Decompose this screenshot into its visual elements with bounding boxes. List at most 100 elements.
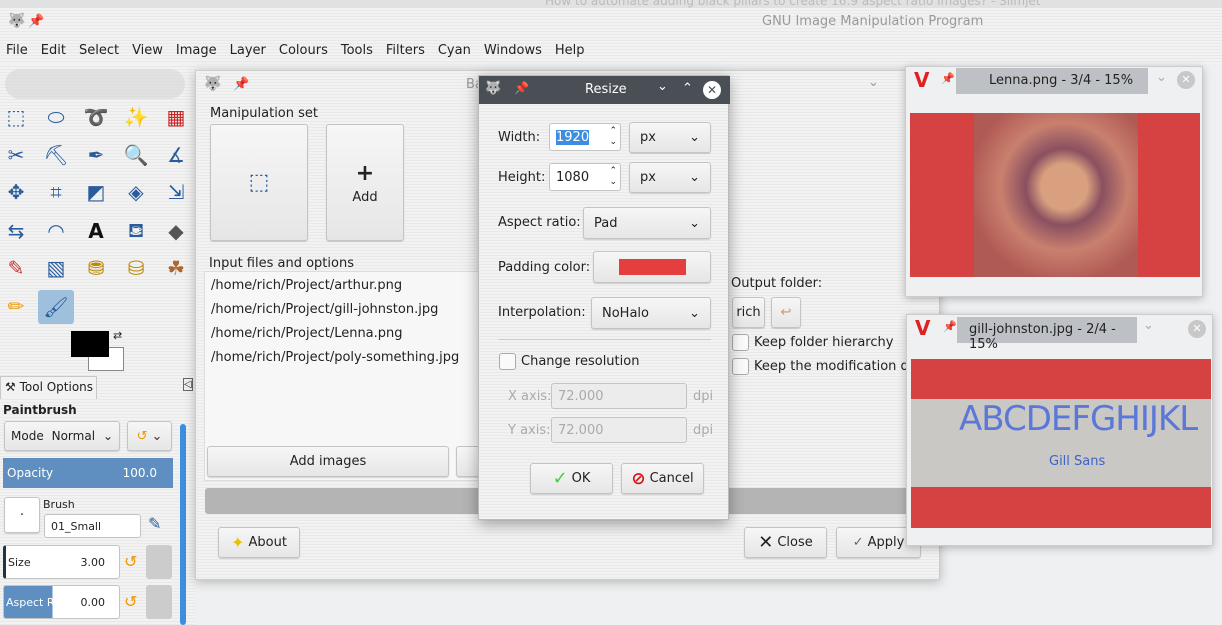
link-aspect-button[interactable] bbox=[146, 585, 172, 619]
foreground-color-swatch[interactable] bbox=[71, 331, 109, 357]
tab-tool-options[interactable]: ⚒ Tool Options bbox=[0, 376, 97, 399]
menu-edit[interactable]: Edit bbox=[41, 43, 66, 59]
panel-menu-icon[interactable]: ◁ bbox=[183, 378, 193, 391]
menu-select[interactable]: Select bbox=[79, 43, 119, 59]
y-axis-input[interactable]: 72.000 bbox=[551, 417, 687, 443]
keep-hierarchy-checkbox[interactable] bbox=[732, 334, 749, 351]
reset-size-icon[interactable]: ↺ bbox=[124, 552, 137, 571]
crop-tool-icon[interactable]: ⌗ bbox=[42, 178, 70, 206]
color-picker-tool-icon[interactable]: ✒ bbox=[82, 141, 110, 169]
pin-icon[interactable]: 📌 bbox=[514, 81, 529, 95]
menu-layer[interactable]: Layer bbox=[230, 43, 266, 59]
reset-aspect-icon[interactable]: ↺ bbox=[124, 592, 137, 611]
flip-tool-icon[interactable]: ⇆ bbox=[2, 217, 30, 245]
file-item[interactable]: /home/rich/Project/Lenna.png bbox=[211, 322, 472, 346]
menu-tools[interactable]: Tools bbox=[341, 43, 373, 59]
add-images-button[interactable]: Add images bbox=[207, 446, 449, 477]
spin-arrows-icon[interactable]: ⌃ ⌄ bbox=[609, 126, 617, 148]
free-select-tool-icon[interactable]: ➰ bbox=[82, 103, 110, 131]
close-icon[interactable]: ✕ bbox=[1188, 320, 1206, 338]
menu-cyan[interactable]: Cyan bbox=[438, 43, 471, 59]
heal-tool-icon[interactable]: ⛁ bbox=[122, 254, 150, 282]
file-item[interactable]: /home/rich/Project/poly-something.jpg bbox=[211, 346, 472, 370]
mode-value: Normal bbox=[51, 429, 96, 443]
minimize-icon[interactable]: ⌄ bbox=[1156, 70, 1167, 85]
gradient-tool-icon[interactable]: ◆ bbox=[162, 217, 190, 245]
width-unit-select[interactable]: px ⌄ bbox=[629, 122, 711, 153]
pin-icon[interactable]: 📌 bbox=[233, 77, 249, 92]
text-tool-icon[interactable]: A bbox=[82, 217, 110, 245]
height-input[interactable]: 1080 ⌃ ⌄ bbox=[549, 163, 621, 191]
pin-icon[interactable]: 📌 bbox=[941, 72, 955, 85]
rotate-tool-icon[interactable]: ◈ bbox=[122, 178, 150, 206]
bucket-fill-tool-icon[interactable]: ⛾ bbox=[122, 217, 150, 245]
close-icon[interactable]: ✕ bbox=[703, 81, 721, 99]
minimize-icon[interactable]: ⌄ bbox=[1143, 318, 1154, 333]
pencil-tool-icon[interactable]: ✏ bbox=[2, 292, 30, 320]
file-item[interactable]: /home/rich/Project/gill-johnston.jpg bbox=[211, 298, 472, 322]
menu-file[interactable]: File bbox=[6, 43, 28, 59]
reset-mode-button[interactable]: ↺ ⌄ bbox=[127, 421, 172, 451]
output-folder-button[interactable]: rich bbox=[732, 297, 765, 328]
file-item[interactable]: /home/rich/Project/arthur.png bbox=[211, 274, 472, 298]
measure-tool-icon[interactable]: ∡ bbox=[162, 141, 190, 169]
width-input[interactable]: 1920 ⌃ ⌄ bbox=[549, 123, 621, 151]
zoom-tool-icon[interactable]: 🔍 bbox=[122, 141, 150, 169]
scissors-tool-icon[interactable]: ✂ bbox=[2, 141, 30, 169]
padding-color-button[interactable] bbox=[593, 251, 711, 283]
paintbrush-tool-icon[interactable]: 🖌 bbox=[38, 290, 74, 324]
edit-brush-icon[interactable]: ✎ bbox=[148, 514, 161, 533]
airbrush-tool-icon[interactable]: ▧ bbox=[42, 254, 70, 282]
pin-icon[interactable]: 📌 bbox=[943, 320, 957, 333]
about-button[interactable]: ✦ About bbox=[218, 527, 300, 558]
minimize-icon[interactable]: ⌄ bbox=[657, 79, 668, 94]
close-button[interactable]: ✕ Close bbox=[744, 527, 827, 558]
output-folder-back-button[interactable]: ↩ bbox=[771, 297, 801, 328]
ok-button[interactable]: ✓ OK bbox=[530, 463, 613, 494]
keep-modification-checkbox[interactable] bbox=[732, 358, 749, 375]
unified-transform-tool-icon[interactable]: ◩ bbox=[82, 178, 110, 206]
eraser-tool-icon[interactable]: ✎ bbox=[2, 254, 30, 282]
cancel-button[interactable]: ⊘ Cancel bbox=[621, 463, 704, 494]
add-images-label: Add images bbox=[289, 454, 367, 469]
swap-colors-icon[interactable]: ⇄ bbox=[113, 329, 122, 342]
scrollbar[interactable] bbox=[180, 424, 186, 625]
menu-help[interactable]: Help bbox=[555, 43, 585, 59]
maximize-icon[interactable]: ⌃ bbox=[682, 81, 693, 96]
scale-tool-icon[interactable]: ⇲ bbox=[162, 178, 190, 206]
separator bbox=[498, 339, 711, 340]
change-resolution-checkbox[interactable] bbox=[499, 353, 516, 370]
manipulation-item[interactable]: ⬚ bbox=[210, 124, 308, 241]
aspect-ratio-select[interactable]: Pad ⌄ bbox=[583, 207, 711, 239]
clone-tool-icon[interactable]: ⛃ bbox=[82, 254, 110, 282]
menu-image[interactable]: Image bbox=[176, 43, 217, 59]
smudge-tool-icon[interactable]: ☘ bbox=[162, 254, 190, 282]
menu-windows[interactable]: Windows bbox=[484, 43, 542, 59]
mode-select[interactable]: Mode Normal ⌄ bbox=[4, 421, 120, 451]
ellipse-select-tool-icon[interactable]: ⬭ bbox=[42, 103, 70, 131]
menu-filters[interactable]: Filters bbox=[386, 43, 425, 59]
size-slider[interactable]: Size 3.00 bbox=[3, 545, 120, 579]
cancel-icon: ⊘ bbox=[631, 468, 646, 489]
warp-tool-icon[interactable]: ◠ bbox=[42, 217, 70, 245]
x-axis-input[interactable]: 72.000 bbox=[551, 383, 687, 409]
spin-arrows-icon[interactable]: ⌃ ⌄ bbox=[609, 166, 617, 188]
menu-view[interactable]: View bbox=[132, 43, 163, 59]
minimize-icon[interactable]: ⌄ bbox=[868, 75, 879, 90]
close-icon[interactable]: ✕ bbox=[1177, 71, 1195, 89]
aspect-ratio-slider[interactable]: Aspect Ratio 0.00 bbox=[3, 585, 120, 619]
link-size-button[interactable] bbox=[146, 545, 172, 579]
interpolation-select[interactable]: NoHalo ⌄ bbox=[591, 297, 711, 329]
pin-icon[interactable]: 📌 bbox=[28, 14, 44, 29]
opacity-slider[interactable]: Opacity 100.0 bbox=[3, 458, 173, 488]
add-manipulation-button[interactable]: + Add bbox=[326, 124, 404, 241]
brush-name-field[interactable]: 01_Small bbox=[44, 514, 141, 538]
fuzzy-select-tool-icon[interactable]: ✨ bbox=[122, 103, 150, 131]
color-select-tool-icon[interactable]: ▦ bbox=[162, 103, 190, 131]
brush-preview[interactable]: · bbox=[4, 497, 40, 533]
menu-colours[interactable]: Colours bbox=[279, 43, 328, 59]
foreground-select-tool-icon[interactable]: ⛏ bbox=[42, 141, 70, 169]
move-tool-icon[interactable]: ✥ bbox=[2, 178, 30, 206]
rect-select-tool-icon[interactable]: ⬚ bbox=[2, 103, 30, 131]
height-unit-select[interactable]: px ⌄ bbox=[629, 162, 711, 193]
